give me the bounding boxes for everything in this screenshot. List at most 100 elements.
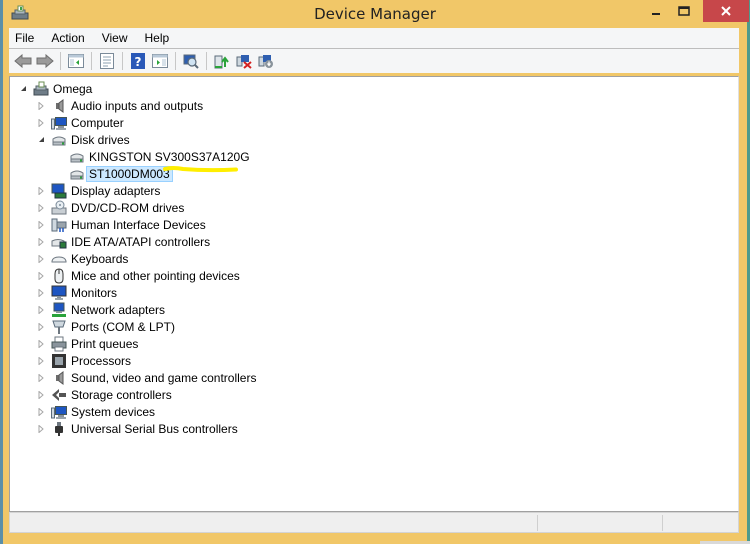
collapse-icon[interactable] [36, 135, 46, 145]
tree-item-processors[interactable]: Processors [36, 352, 131, 369]
expand-icon[interactable] [36, 305, 46, 315]
expand-icon[interactable] [36, 288, 46, 298]
show-hide-console-tree-icon [68, 54, 84, 68]
menu-help[interactable]: Help [145, 31, 170, 45]
expand-icon[interactable] [36, 373, 46, 383]
tree-item-label: Keyboards [71, 251, 129, 266]
yellow-highlighter-mark [163, 166, 238, 173]
tree-item-label: Audio inputs and outputs [71, 98, 204, 113]
disk-drive-icon [69, 149, 85, 165]
toolbar-separator [175, 52, 176, 70]
keyboard-icon [51, 251, 67, 267]
expand-icon[interactable] [36, 424, 46, 434]
scan-hardware-changes-button[interactable] [181, 51, 201, 71]
status-bar [9, 512, 739, 533]
tree-item-audio-inputs-and-outputs[interactable]: Audio inputs and outputs [36, 97, 203, 114]
help-icon: ? [131, 53, 145, 69]
tree-item-dvd-cd-rom-drives[interactable]: DVD/CD-ROM drives [36, 199, 184, 216]
expand-icon[interactable] [36, 339, 46, 349]
tree-item-label: Human Interface Devices [71, 217, 206, 232]
close-button[interactable] [703, 0, 749, 22]
tree-item-label: Computer [71, 115, 124, 130]
tree-item-label: Monitors [71, 285, 118, 300]
show-hide-console-tree-button[interactable] [66, 51, 86, 71]
device-tree[interactable]: Omega Audio inputs and outputs Computer … [9, 76, 739, 512]
processor-icon [51, 353, 67, 369]
title-bar[interactable]: Device Manager [3, 0, 749, 28]
tree-item-monitors[interactable]: Monitors [36, 284, 117, 301]
tree-item-label: Storage controllers [71, 387, 172, 402]
tree-item-ports-com-lpt[interactable]: Ports (COM & LPT) [36, 318, 175, 335]
back-button[interactable] [13, 51, 33, 71]
toolbar-separator [60, 52, 61, 70]
expand-icon[interactable] [36, 186, 46, 196]
usb-icon [51, 421, 67, 437]
expand-icon[interactable] [36, 271, 46, 281]
menu-action[interactable]: Action [51, 31, 84, 45]
properties-icon [100, 53, 114, 69]
tree-root-label: Omega [53, 81, 93, 96]
expand-icon[interactable] [36, 254, 46, 264]
tree-item-ide-ata-atapi-controllers[interactable]: IDE ATA/ATAPI controllers [36, 233, 210, 250]
tree-item-storage-controllers[interactable]: Storage controllers [36, 386, 172, 403]
properties-button[interactable] [97, 51, 117, 71]
network-adapter-icon [51, 302, 67, 318]
tree-item-kingston-sv300s37a120g[interactable]: KINGSTON SV300S37A120G [69, 148, 250, 165]
menu-file[interactable]: File [15, 31, 34, 45]
close-icon [721, 6, 731, 16]
maximize-button[interactable] [671, 0, 697, 22]
tree-item-label: DVD/CD-ROM drives [71, 200, 185, 215]
tree-item-label: KINGSTON SV300S37A120G [89, 149, 250, 164]
tree-item-mice-and-other-pointing-devices[interactable]: Mice and other pointing devices [36, 267, 240, 284]
system-device-icon [51, 404, 67, 420]
expand-icon[interactable] [36, 356, 46, 366]
tree-item-display-adapters[interactable]: Display adapters [36, 182, 160, 199]
tree-item-universal-serial-bus-controllers[interactable]: Universal Serial Bus controllers [36, 420, 238, 437]
tree-item-keyboards[interactable]: Keyboards [36, 250, 128, 267]
tree-item-st1000dm003[interactable]: ST1000DM003 [69, 165, 173, 182]
hid-icon [51, 217, 67, 233]
monitor-icon [51, 285, 67, 301]
minimize-button[interactable] [643, 0, 669, 22]
tree-item-human-interface-devices[interactable]: Human Interface Devices [36, 216, 206, 233]
disk-drive-icon [51, 132, 67, 148]
expand-icon[interactable] [36, 101, 46, 111]
tree-item-network-adapters[interactable]: Network adapters [36, 301, 165, 318]
menu-view[interactable]: View [102, 31, 128, 45]
tree-item-system-devices[interactable]: System devices [36, 403, 155, 420]
storage-controller-icon [51, 387, 67, 403]
toolbar: ? [9, 49, 739, 73]
expand-icon[interactable] [36, 118, 46, 128]
expand-icon[interactable] [36, 220, 46, 230]
computer-root-icon [33, 81, 49, 97]
tree-item-label: Universal Serial Bus controllers [71, 421, 238, 436]
window-title: Device Manager [314, 5, 436, 23]
forward-button[interactable] [35, 51, 55, 71]
collapse-icon[interactable] [18, 84, 28, 94]
selected-item-label: ST1000DM003 [86, 165, 173, 182]
tree-item-label: Disk drives [71, 132, 130, 147]
disable-device-button[interactable] [256, 51, 276, 71]
expand-icon[interactable] [36, 203, 46, 213]
tree-item-sound-video-and-game-controllers[interactable]: Sound, video and game controllers [36, 369, 256, 386]
tree-item-disk-drives[interactable]: Disk drives [36, 131, 130, 148]
tree-item-computer[interactable]: Computer [36, 114, 124, 131]
disable-device-icon [258, 55, 273, 68]
tree-root-omega[interactable]: Omega [18, 80, 92, 97]
forward-arrow-icon [36, 54, 54, 68]
expand-icon[interactable] [36, 390, 46, 400]
show-action-pane-button[interactable] [150, 51, 170, 71]
expand-icon[interactable] [36, 322, 46, 332]
speaker-icon [51, 98, 67, 114]
help-button[interactable]: ? [128, 51, 148, 71]
expand-icon[interactable] [36, 237, 46, 247]
tree-item-print-queues[interactable]: Print queues [36, 335, 138, 352]
mouse-icon [51, 267, 67, 284]
tree-item-label: Sound, video and game controllers [71, 370, 257, 385]
computer-icon [51, 115, 67, 131]
update-driver-button[interactable] [212, 51, 232, 71]
port-icon [51, 319, 67, 335]
tree-item-label: IDE ATA/ATAPI controllers [71, 234, 211, 249]
expand-icon[interactable] [36, 407, 46, 417]
uninstall-device-button[interactable] [234, 51, 254, 71]
